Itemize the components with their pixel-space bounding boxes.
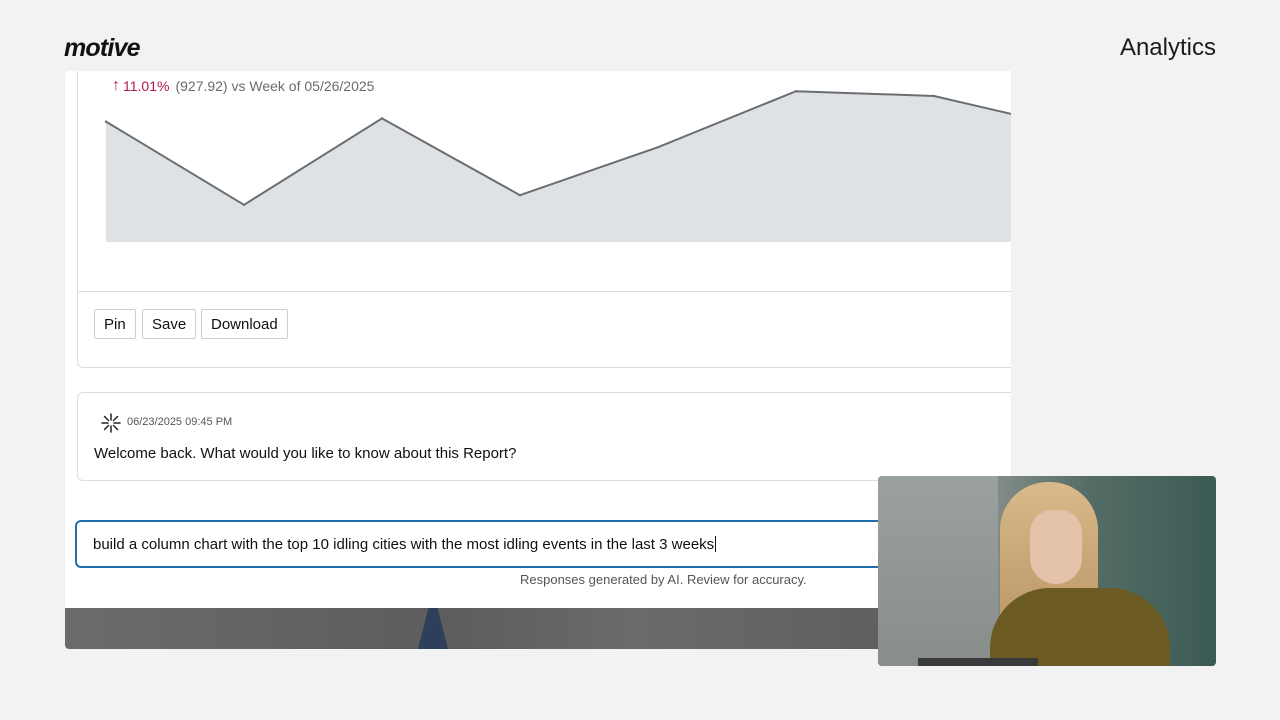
chart-point <box>380 117 384 120</box>
chart-point <box>794 90 798 93</box>
sparkle-icon <box>101 413 121 433</box>
presenter-video <box>878 476 1216 666</box>
chart-card: ↑ 11.01% (927.92) vs Week of 05/26/2025 … <box>77 71 1011 368</box>
chart-point <box>104 120 108 123</box>
message-text: Welcome back. What would you like to kno… <box>94 445 517 462</box>
chart-point <box>518 194 522 197</box>
pin-button[interactable]: Pin <box>94 309 136 339</box>
bottom-strip <box>65 608 1011 649</box>
download-button[interactable]: Download <box>201 309 288 339</box>
motive-logo: motive <box>64 34 141 62</box>
save-button[interactable]: Save <box>142 309 197 339</box>
assistant-message: 06/23/2025 09:45 PM Welcome back. What w… <box>77 392 1011 481</box>
strip-shape <box>418 608 448 649</box>
video-background-window <box>878 476 998 666</box>
chart-point <box>932 94 936 98</box>
message-timestamp: 06/23/2025 09:45 PM <box>127 416 233 428</box>
text-cursor <box>715 536 717 552</box>
prompt-text: build a column chart with the top 10 idl… <box>93 535 715 553</box>
page-title: Analytics <box>1119 34 1216 61</box>
presenter-sweater <box>990 588 1170 666</box>
prompt-input[interactable]: build a column chart with the top 10 idl… <box>75 520 1011 568</box>
chart-point <box>242 203 246 206</box>
presenter-face <box>1030 510 1082 584</box>
chart-point <box>656 146 660 149</box>
card-divider <box>78 291 1011 292</box>
video-desk <box>918 658 1038 666</box>
report-panel: ↑ 11.01% (927.92) vs Week of 05/26/2025 … <box>65 71 1011 649</box>
chart-area-fill <box>106 91 1011 242</box>
area-chart <box>104 90 1011 242</box>
ai-disclaimer: Responses generated by AI. Review for ac… <box>520 572 807 587</box>
